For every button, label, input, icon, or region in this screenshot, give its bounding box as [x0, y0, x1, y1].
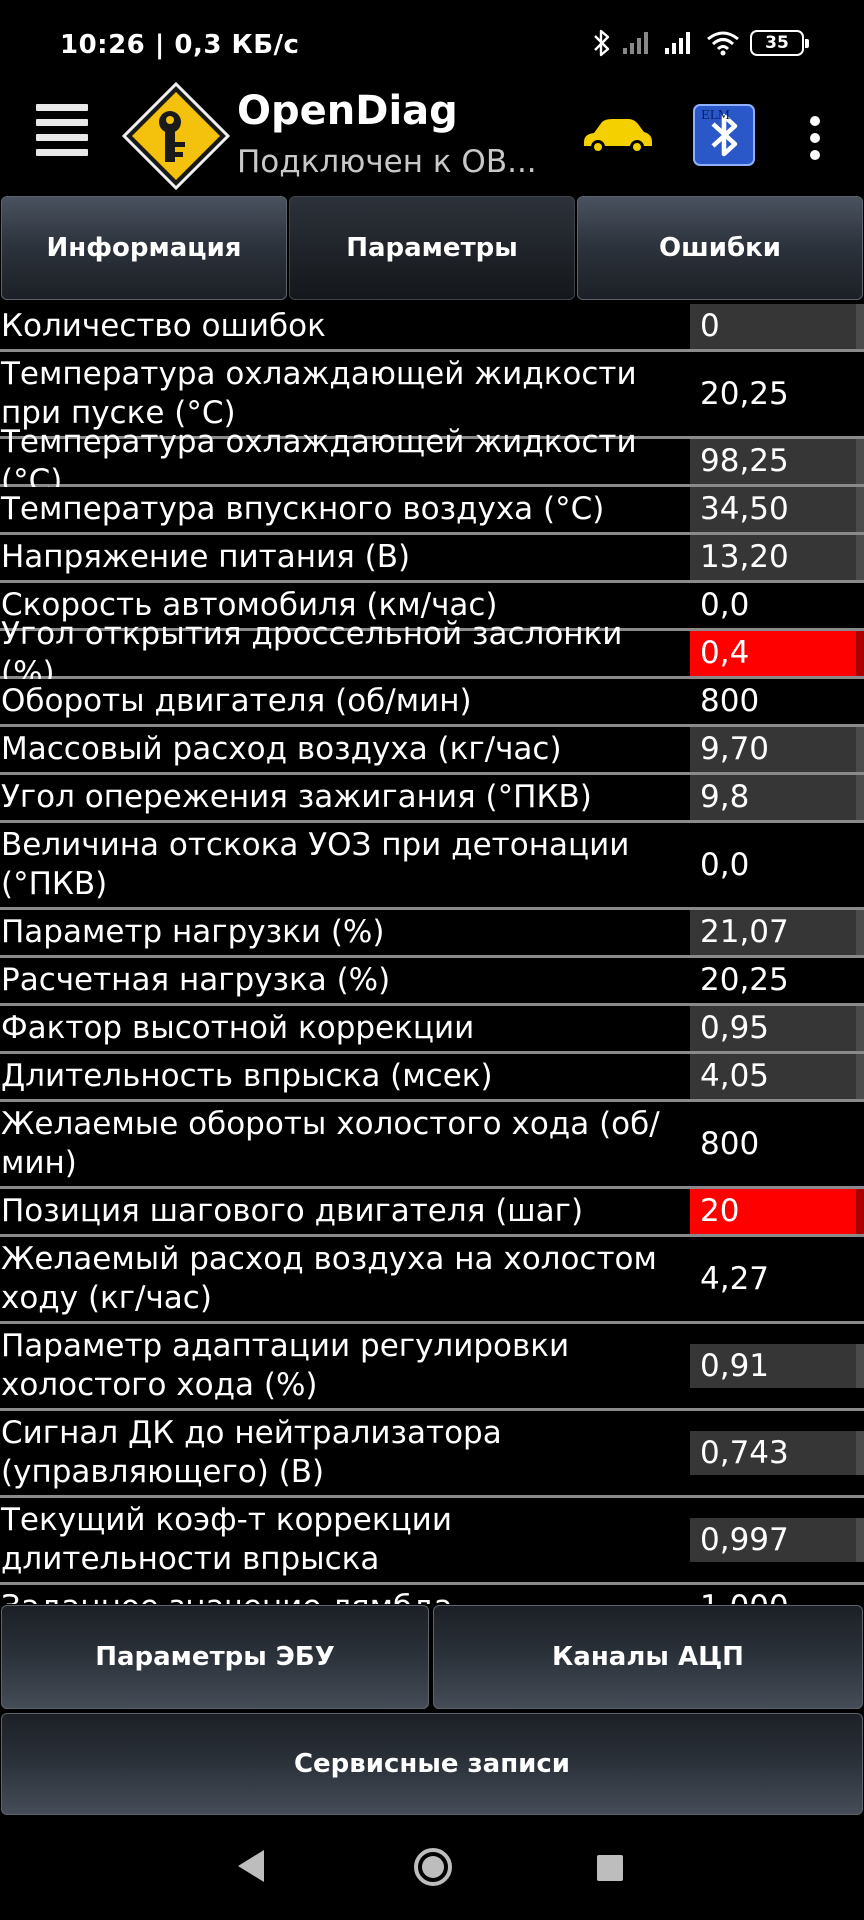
- param-row: Фактор высотной коррекции 0,95: [0, 1006, 864, 1054]
- back-icon[interactable]: [236, 1848, 266, 1884]
- param-value: 0,997: [690, 1518, 864, 1562]
- app-title: OpenDiag: [237, 88, 458, 134]
- signal-strength-icon-2: [665, 32, 690, 54]
- param-label: Угол открытия дроссельной заслонки (%): [1, 615, 623, 691]
- param-label: Параметр нагрузки (%): [1, 914, 385, 950]
- param-value-alert: 0,4: [690, 631, 864, 676]
- ecu-params-button[interactable]: Параметры ЭБУ: [1, 1605, 429, 1709]
- param-label: Желаемый расход воздуха на холостом ходу…: [1, 1241, 657, 1316]
- param-label: Длительность впрыска (мсек): [1, 1058, 493, 1094]
- param-value: 20,25: [690, 958, 864, 1003]
- param-label: Напряжение питания (В): [1, 539, 411, 575]
- param-label: Желаемые обороты холостого хода (об/мин): [1, 1106, 660, 1181]
- param-value: 0,0: [690, 583, 864, 628]
- svg-text:ELM: ELM: [701, 108, 730, 122]
- param-label: Параметр адаптации регулировки холостого…: [1, 1328, 570, 1403]
- param-row: Текущий коэф-т коррекции длительности вп…: [0, 1498, 864, 1585]
- param-label: Позиция шагового двигателя (шаг): [1, 1193, 584, 1229]
- param-value: 9,8: [690, 775, 864, 820]
- param-value: 0,95: [690, 1006, 864, 1051]
- param-value: 4,05: [690, 1054, 864, 1099]
- param-label: Фактор высотной коррекции: [1, 1010, 475, 1046]
- param-label: Заданное значение лямбда: [0, 1585, 690, 1604]
- signal-strength-icon: [623, 32, 648, 54]
- param-value: 0,0: [690, 843, 864, 887]
- param-value: 20,25: [690, 372, 864, 416]
- param-value: 800: [690, 1122, 864, 1166]
- adc-channels-button[interactable]: Каналы АЦП: [433, 1605, 863, 1709]
- param-row: Количество ошибок 0: [0, 304, 864, 352]
- param-value: 34,50: [690, 487, 864, 532]
- param-label: Температура охлаждающей жидкости (°C): [1, 423, 637, 499]
- screen: 10:26 | 0,3 КБ/с 35 OpenDiag Подключен к…: [0, 0, 864, 1920]
- param-row: Обороты двигателя (об/мин) 800: [0, 679, 864, 727]
- overflow-menu-icon[interactable]: [808, 116, 822, 160]
- param-row: Угол опережения зажигания (°ПКВ) 9,8: [0, 775, 864, 823]
- recent-apps-icon[interactable]: [597, 1855, 623, 1881]
- param-label: Расчетная нагрузка (%): [1, 962, 391, 998]
- param-value: 21,07: [690, 910, 864, 955]
- param-label: Величина отскока УОЗ при детонации (°ПКВ…: [1, 827, 630, 902]
- param-label: Количество ошибок: [1, 308, 326, 344]
- status-time: 10:26 | 0,3 КБ/с: [60, 30, 300, 60]
- connection-status: Подключен к OB...: [237, 144, 537, 180]
- param-row: Желаемые обороты холостого хода (об/мин)…: [0, 1102, 864, 1189]
- param-row: Расчетная нагрузка (%) 20,25: [0, 958, 864, 1006]
- service-records-button[interactable]: Сервисные записи: [1, 1713, 863, 1815]
- car-icon[interactable]: [580, 114, 654, 158]
- param-row-alert: Угол открытия дроссельной заслонки (%) 0…: [0, 615, 864, 691]
- home-icon[interactable]: [413, 1847, 453, 1887]
- param-value: 1,000: [690, 1585, 864, 1604]
- bottom-actions: Параметры ЭБУ Каналы АЦП Сервисные запис…: [0, 1605, 864, 1815]
- param-value: 4,27: [690, 1257, 864, 1301]
- param-value: 800: [690, 679, 864, 724]
- param-label: Текущий коэф-т коррекции длительности вп…: [1, 1502, 452, 1577]
- battery-icon: 35: [750, 30, 809, 56]
- param-value: 0,91: [690, 1344, 864, 1388]
- app-logo-icon: [121, 81, 231, 191]
- status-bar: 10:26 | 0,3 КБ/с 35: [0, 0, 864, 90]
- param-label: Температура впускного воздуха (°C): [1, 491, 605, 527]
- param-value: 13,20: [690, 535, 864, 580]
- status-icons: 35: [592, 28, 809, 58]
- tab-bar: Информация Параметры Ошибки: [0, 196, 864, 300]
- param-row: Сигнал ДК до нейтрализатора (управляющег…: [0, 1411, 864, 1498]
- param-value: 0: [690, 304, 864, 349]
- system-nav-bar: [0, 1815, 864, 1920]
- param-row: Массовый расход воздуха (кг/час) 9,70: [0, 727, 864, 775]
- bluetooth-elm-icon[interactable]: ELM: [693, 104, 755, 166]
- param-value: 0,743: [690, 1431, 864, 1475]
- param-label: Обороты двигателя (об/мин): [1, 683, 472, 719]
- param-row: Длительность впрыска (мсек) 4,05: [0, 1054, 864, 1102]
- param-row: Параметр нагрузки (%) 21,07: [0, 910, 864, 958]
- param-label: Угол опережения зажигания (°ПКВ): [1, 779, 592, 815]
- tab-information[interactable]: Информация: [1, 196, 287, 300]
- param-row: Температура впускного воздуха (°C) 34,50: [0, 487, 864, 535]
- wifi-icon: [707, 31, 739, 56]
- param-label: Массовый расход воздуха (кг/час): [1, 731, 562, 767]
- param-row: Температура охлаждающей жидкости (°C) 98…: [0, 423, 864, 499]
- param-row-alert: Позиция шагового двигателя (шаг) 20: [0, 1189, 864, 1237]
- hamburger-menu-icon[interactable]: [36, 102, 90, 160]
- tab-errors[interactable]: Ошибки: [577, 196, 863, 300]
- param-row: Параметр адаптации регулировки холостого…: [0, 1324, 864, 1411]
- param-row: Напряжение питания (В) 13,20: [0, 535, 864, 583]
- param-row: Заданное значение лямбда 1,000: [0, 1585, 864, 1604]
- param-value: 98,25: [690, 439, 864, 484]
- bluetooth-status-icon: [594, 29, 610, 57]
- param-row: Желаемый расход воздуха на холостом ходу…: [0, 1237, 864, 1324]
- app-bar: OpenDiag Подключен к OB... ELM: [0, 80, 864, 192]
- tab-parameters[interactable]: Параметры: [289, 196, 575, 300]
- param-value: 9,70: [690, 727, 864, 772]
- param-row: Величина отскока УОЗ при детонации (°ПКВ…: [0, 823, 864, 910]
- param-label: Сигнал ДК до нейтрализатора (управляющег…: [1, 1415, 502, 1490]
- parameter-list[interactable]: Количество ошибок 0 Температура охлаждаю…: [0, 304, 864, 1604]
- param-value-alert: 20: [690, 1189, 864, 1234]
